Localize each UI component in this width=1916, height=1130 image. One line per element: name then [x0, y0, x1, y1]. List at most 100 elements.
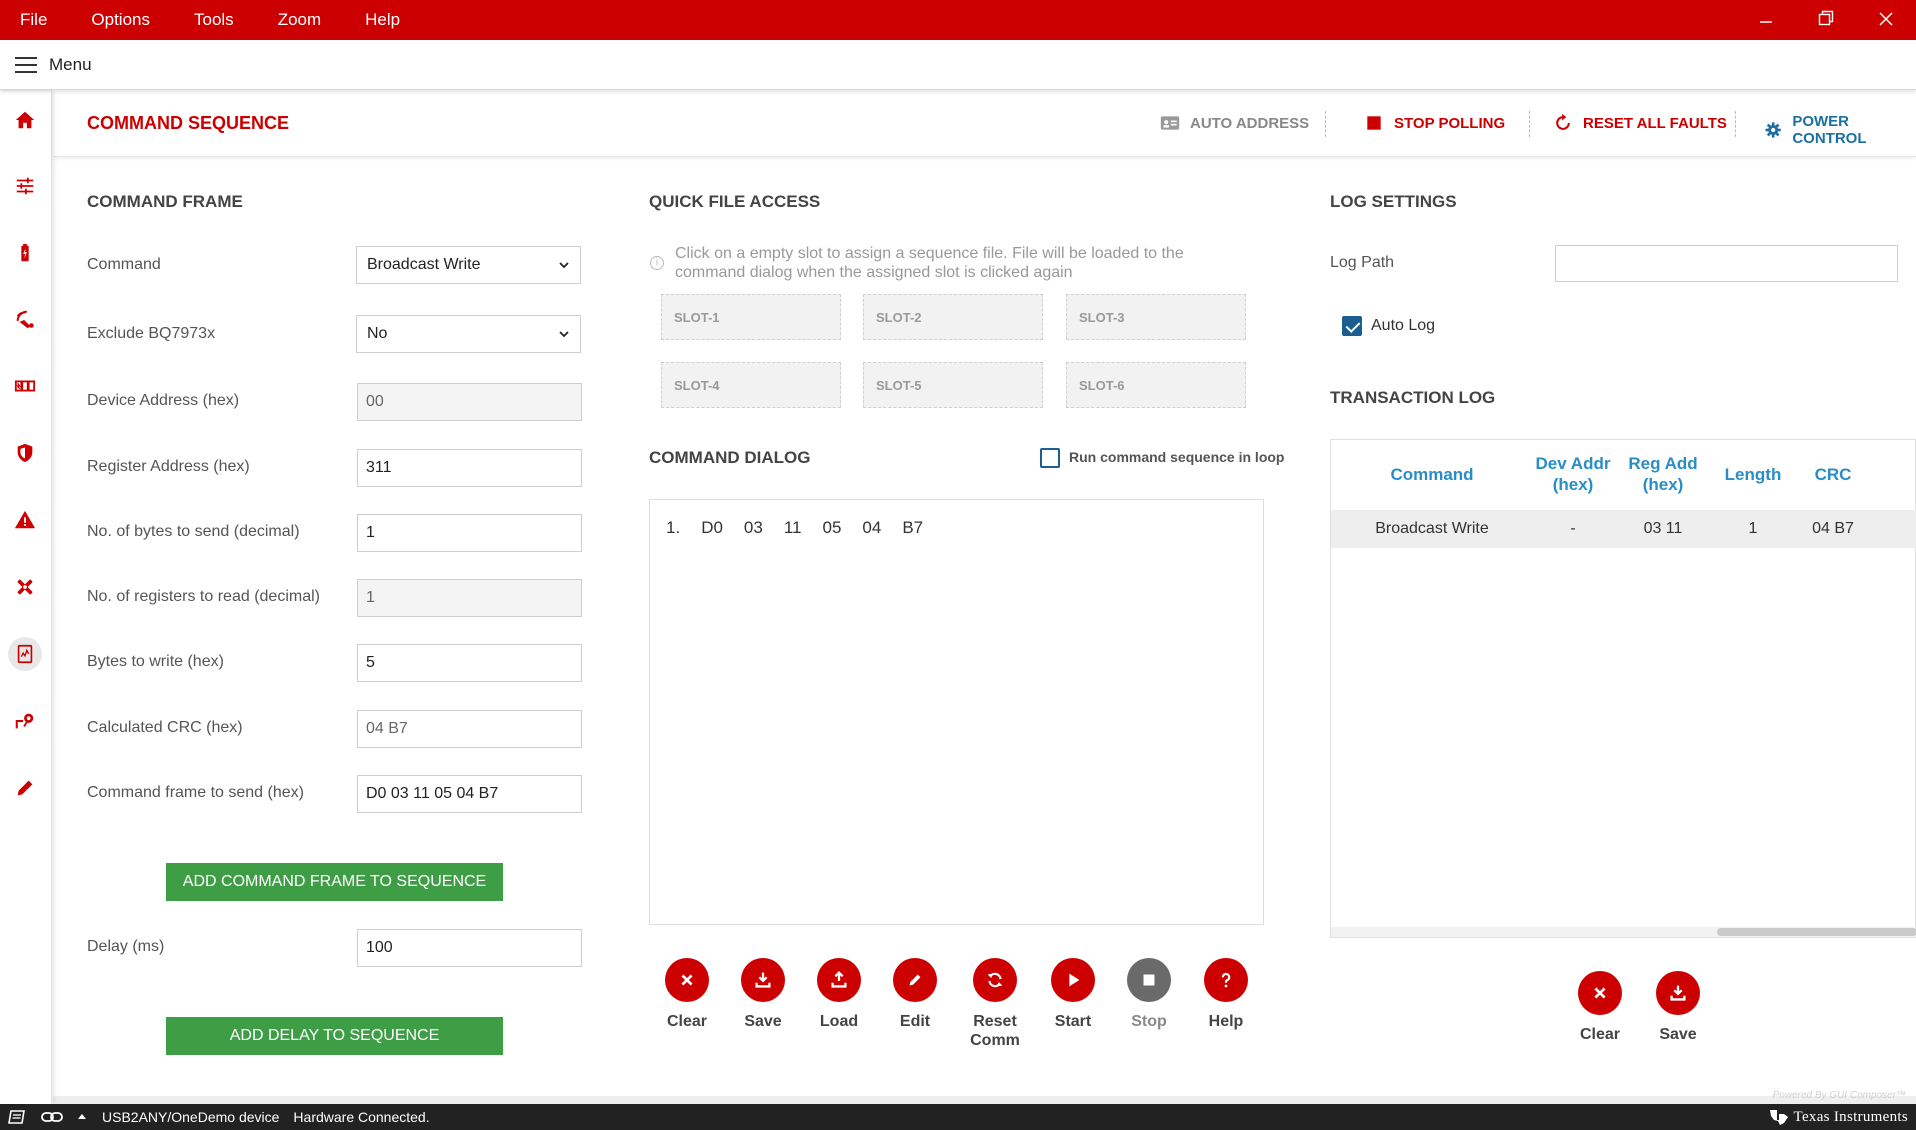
- dialog-line-number: 1.: [666, 518, 681, 537]
- command-label: Command: [87, 256, 161, 273]
- register-address-field[interactable]: 311: [357, 449, 582, 487]
- log-settings-title: LOG SETTINGS: [1330, 192, 1457, 211]
- column-header-dev-addr[interactable]: Dev Addr (hex): [1533, 453, 1613, 495]
- ti-brand: Texas Instruments: [1793, 1108, 1908, 1125]
- chevron-down-icon: [559, 262, 569, 269]
- menu-bar: File Options Tools Zoom Help: [0, 0, 1916, 40]
- refresh-icon: [987, 972, 1003, 988]
- menu-options[interactable]: Options: [69, 10, 172, 30]
- stop-polling-button[interactable]: STOP POLLING: [1364, 113, 1505, 133]
- clear-button[interactable]: Clear: [652, 958, 722, 1031]
- command-frame-title: COMMAND FRAME: [87, 192, 243, 211]
- minimize-icon[interactable]: [1736, 10, 1796, 31]
- table-header: Command Dev Addr (hex) Reg Add (hex) Len…: [1331, 440, 1916, 510]
- command-sequence-icon[interactable]: [8, 637, 42, 671]
- dialog-line: 1. D0 03 11 05 04 B7: [666, 518, 944, 538]
- slot-6[interactable]: SLOT-6: [1066, 362, 1246, 408]
- auto-address-button[interactable]: AUTO ADDRESS: [1160, 113, 1309, 133]
- column-header-crc[interactable]: CRC: [1793, 464, 1873, 485]
- slot-3[interactable]: SLOT-3: [1066, 294, 1246, 340]
- info-icon: i: [650, 256, 664, 270]
- column-header-command[interactable]: Command: [1331, 464, 1533, 485]
- pencil-icon[interactable]: [8, 771, 42, 805]
- warning-icon[interactable]: [8, 503, 42, 537]
- slot-5[interactable]: SLOT-5: [863, 362, 1043, 408]
- add-delay-button[interactable]: ADD DELAY TO SEQUENCE: [166, 1017, 503, 1055]
- frame-label: Command frame to send (hex): [87, 784, 304, 801]
- sliders-icon[interactable]: [8, 169, 42, 203]
- menu-label[interactable]: Menu: [49, 55, 92, 75]
- power-control-label: POWER CONTROL: [1792, 113, 1867, 147]
- table-row[interactable]: Broadcast Write - 03 11 1 04 B7: [1331, 510, 1916, 548]
- auto-log-checkbox[interactable]: [1342, 316, 1362, 336]
- slot-4[interactable]: SLOT-4: [661, 362, 841, 408]
- battery-icon[interactable]: [8, 236, 42, 270]
- close-icon: [1594, 987, 1606, 999]
- dialog-byte: 05: [822, 518, 842, 537]
- power-control-button[interactable]: POWER CONTROL: [1764, 113, 1916, 147]
- shield-icon[interactable]: [8, 436, 42, 470]
- device-address-label: Device Address (hex): [87, 392, 240, 409]
- loop-checkbox[interactable]: [1040, 448, 1060, 468]
- help-button[interactable]: Help: [1191, 958, 1261, 1031]
- frame-field[interactable]: D0 03 11 05 04 B7: [357, 775, 582, 813]
- cells-icon[interactable]: [8, 369, 42, 403]
- question-icon: [1221, 972, 1231, 988]
- signal-icon[interactable]: [8, 303, 42, 337]
- restore-icon[interactable]: [1796, 10, 1856, 31]
- table-scrollbar[interactable]: [1331, 927, 1916, 937]
- play-icon: [1069, 973, 1080, 987]
- dialog-byte: 11: [783, 518, 802, 537]
- close-icon[interactable]: [1856, 10, 1916, 31]
- command-dialog-area[interactable]: 1. D0 03 11 05 04 B7: [649, 499, 1264, 925]
- save-button[interactable]: Save: [728, 958, 798, 1031]
- start-button[interactable]: Start: [1038, 958, 1108, 1031]
- bytes-to-write-field[interactable]: 5: [357, 644, 582, 682]
- column-header-length[interactable]: Length: [1713, 464, 1793, 485]
- log-clear-button[interactable]: Clear: [1565, 971, 1635, 1044]
- command-select[interactable]: Broadcast Write: [356, 246, 581, 284]
- log-path-field[interactable]: [1555, 245, 1898, 282]
- exclude-label: Exclude BQ7973x: [87, 325, 216, 342]
- registers-to-read-field[interactable]: 1: [357, 579, 582, 617]
- edit-button[interactable]: Edit: [880, 958, 950, 1031]
- edit-label: Edit: [899, 1013, 931, 1030]
- column-header-reg-add[interactable]: Reg Add (hex): [1613, 453, 1713, 495]
- log-save-button[interactable]: Save: [1643, 971, 1713, 1044]
- reset-all-faults-button[interactable]: RESET ALL FAULTS: [1553, 113, 1727, 133]
- link-icon[interactable]: [40, 1109, 64, 1125]
- exclude-select[interactable]: No: [356, 315, 581, 353]
- device-address-field[interactable]: 00: [357, 383, 582, 421]
- caret-up-icon[interactable]: [76, 1109, 88, 1125]
- powered-by: Powered By GUI Composer™: [1772, 1090, 1906, 1101]
- menu-file[interactable]: File: [0, 10, 69, 30]
- page-scrollbar[interactable]: [53, 1096, 1916, 1104]
- stop-button[interactable]: Stop: [1114, 958, 1184, 1031]
- page-header: COMMAND SEQUENCE AUTO ADDRESS STOP POLLI…: [53, 91, 1916, 157]
- add-command-frame-button[interactable]: ADD COMMAND FRAME TO SEQUENCE: [166, 863, 503, 901]
- auto-address-label: AUTO ADDRESS: [1190, 114, 1310, 132]
- delay-field[interactable]: 100: [357, 929, 582, 967]
- slot-1[interactable]: SLOT-1: [661, 294, 841, 340]
- menu-tools[interactable]: Tools: [172, 10, 256, 30]
- probe-icon[interactable]: [8, 704, 42, 738]
- crc-field[interactable]: 04 B7: [357, 710, 582, 748]
- home-icon[interactable]: [8, 103, 42, 137]
- log-save-label: Save: [1659, 1026, 1697, 1043]
- registers-to-read-label: No. of registers to read (decimal): [87, 588, 320, 605]
- window-controls: [1736, 0, 1916, 40]
- hamburger-icon[interactable]: [15, 56, 37, 73]
- bytes-to-send-field[interactable]: 1: [357, 514, 582, 552]
- page-title: COMMAND SEQUENCE: [87, 113, 290, 133]
- menu-zoom[interactable]: Zoom: [256, 10, 343, 30]
- dialog-byte: 04: [862, 518, 882, 537]
- cell-command: Broadcast Write: [1375, 520, 1489, 537]
- reset-comm-button[interactable]: Reset Comm: [960, 958, 1030, 1050]
- tools-icon[interactable]: [8, 570, 42, 604]
- download-icon: [1670, 985, 1686, 1001]
- load-label: Load: [819, 1013, 859, 1030]
- load-button[interactable]: Load: [804, 958, 874, 1031]
- slot-2[interactable]: SLOT-2: [863, 294, 1043, 340]
- book-icon[interactable]: [8, 1109, 28, 1125]
- menu-help[interactable]: Help: [343, 10, 422, 30]
